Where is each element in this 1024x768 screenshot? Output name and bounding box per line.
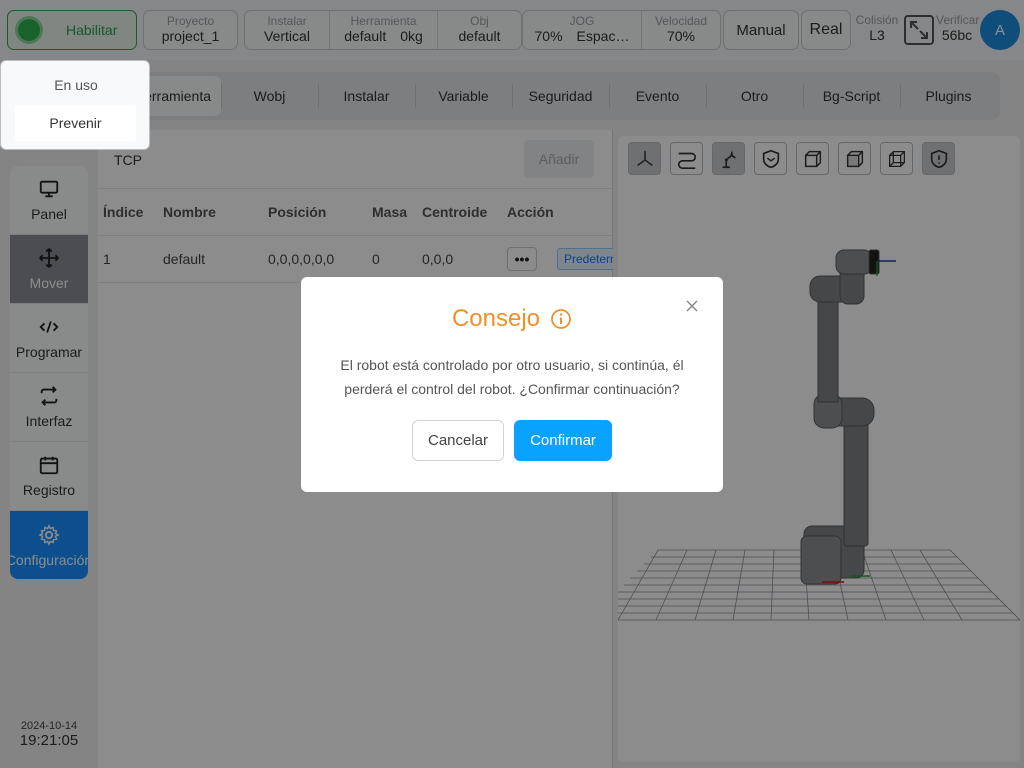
in-use-popover: En uso Prevenir [0,60,150,150]
dialog-title-text: Consejo [451,305,541,332]
confirm-dialog: Consejo El robot está controlado por otr… [301,277,723,492]
dialog-title: Consejo [301,305,723,333]
close-icon[interactable] [683,297,701,315]
dialog-message: El robot está controlado por otro usuari… [340,357,684,397]
popover-title: En uso [54,77,98,93]
cancel-button[interactable]: Cancelar [412,420,504,461]
info-icon [551,309,571,329]
prevent-button[interactable]: Prevenir [15,105,136,141]
confirm-button[interactable]: Confirmar [514,420,612,461]
